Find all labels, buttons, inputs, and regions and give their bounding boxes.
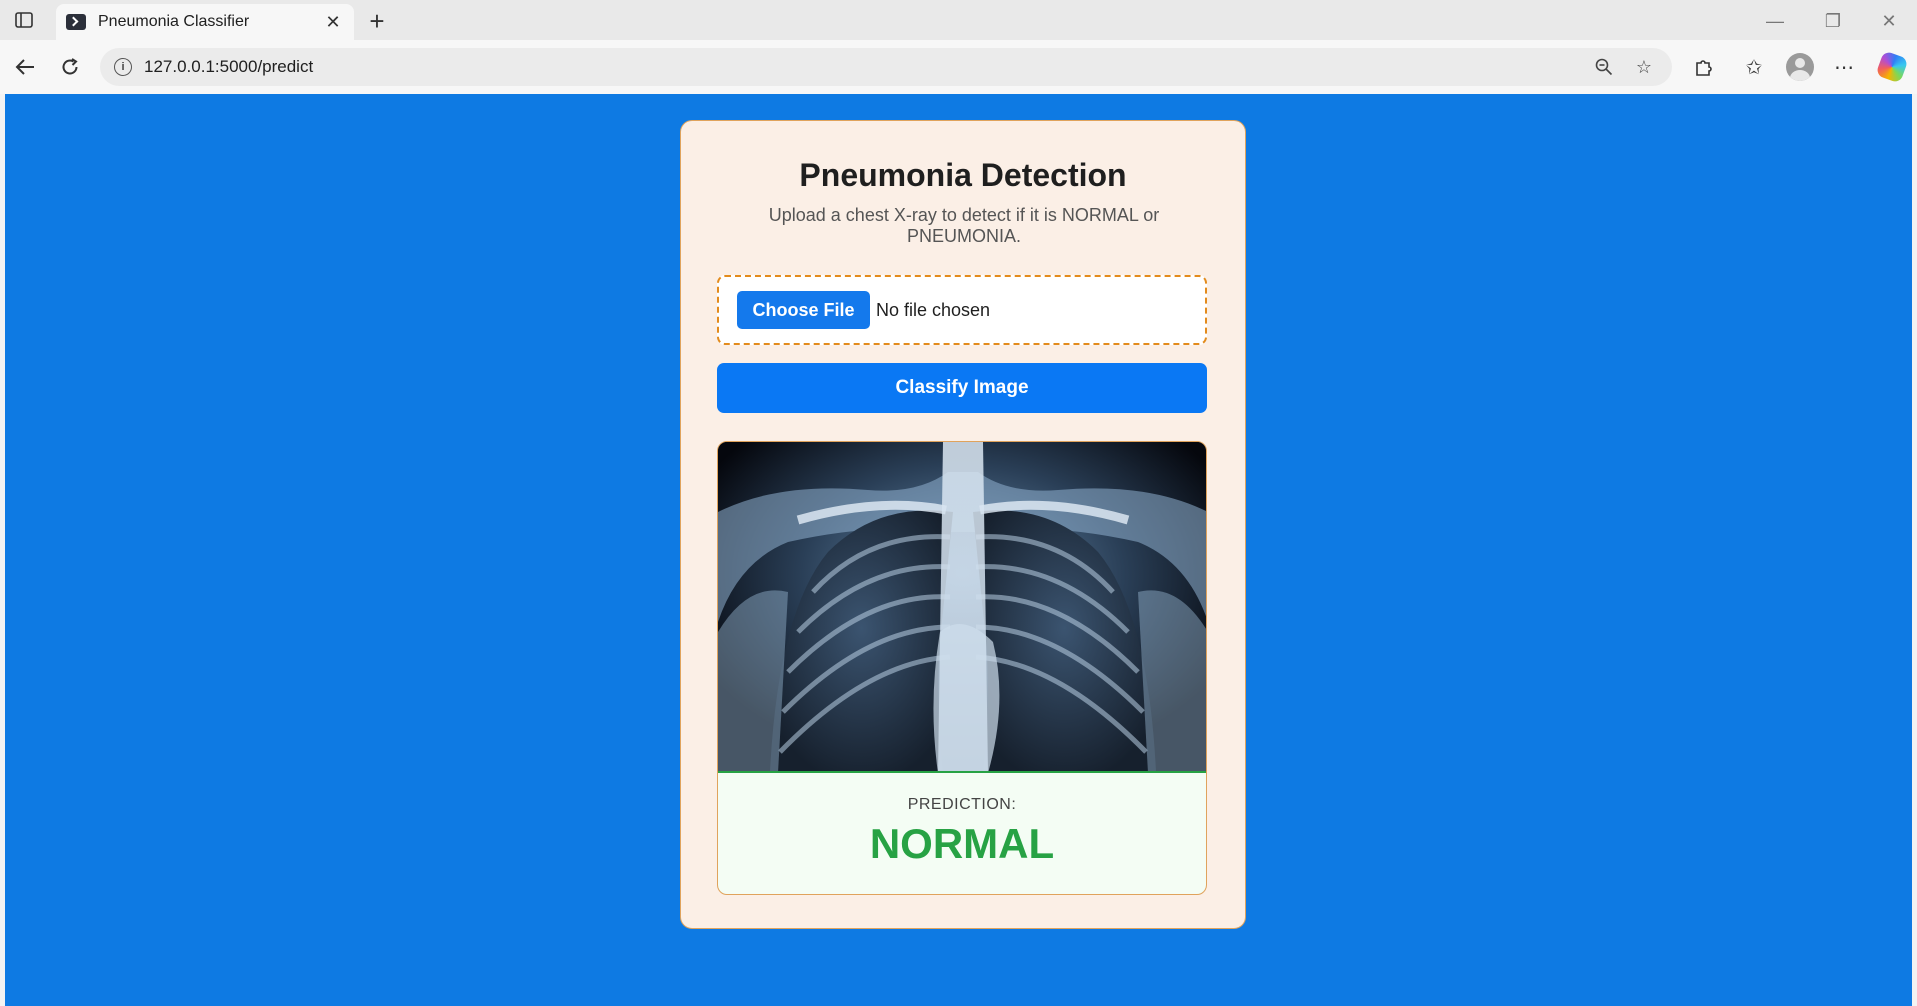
window-close-icon[interactable]: ✕	[1866, 6, 1912, 36]
page-viewport: Pneumonia Detection Upload a chest X-ray…	[5, 94, 1912, 1006]
browser-toolbar: i 127.0.0.1:5000/predict ☆ ✩ ⋯	[0, 40, 1917, 94]
url-text[interactable]: 127.0.0.1:5000/predict	[144, 57, 1578, 77]
reload-icon[interactable]	[54, 51, 86, 83]
close-icon[interactable]: ✕	[322, 11, 344, 33]
chest-xray-image	[718, 442, 1206, 773]
prediction-label: PREDICTION:	[907, 796, 1017, 813]
file-status-text: No file chosen	[876, 299, 991, 320]
result-panel: PREDICTION: NORMAL	[717, 441, 1207, 895]
star-icon[interactable]: ☆	[1630, 53, 1658, 81]
tab-actions-icon[interactable]	[10, 8, 38, 32]
avatar-icon[interactable]	[1786, 53, 1814, 81]
prediction-value: NORMAL	[869, 820, 1055, 867]
restore-icon[interactable]: ❐	[1810, 6, 1856, 36]
zoom-out-icon[interactable]	[1590, 53, 1618, 81]
minimize-icon[interactable]: —	[1752, 6, 1798, 36]
more-icon[interactable]: ⋯	[1828, 51, 1860, 83]
plus-icon[interactable]: +	[362, 6, 392, 36]
info-icon[interactable]: i	[114, 58, 132, 76]
choose-file-button[interactable]: Choose File	[737, 291, 870, 329]
classify-image-button[interactable]: Classify Image	[717, 363, 1207, 413]
page-title: Pneumonia Detection	[799, 157, 1127, 193]
file-upload-box[interactable]: Choose File No file chosen	[717, 275, 1207, 345]
page-subtitle: Upload a chest X-ray to detect if it is …	[768, 205, 1160, 246]
tab-title: Pneumonia Classifier	[98, 13, 250, 30]
browser-tab[interactable]: Pneumonia Classifier ✕	[56, 4, 354, 40]
back-arrow-icon[interactable]	[9, 51, 41, 83]
classifier-card: Pneumonia Detection Upload a chest X-ray…	[680, 120, 1246, 929]
address-bar[interactable]: i 127.0.0.1:5000/predict ☆	[100, 48, 1672, 86]
tab-strip: Pneumonia Classifier ✕ + — ❐ ✕	[0, 0, 1917, 40]
favorites-icon[interactable]: ✩	[1738, 51, 1770, 83]
puzzle-icon[interactable]	[1688, 51, 1720, 83]
terminal-icon	[66, 14, 86, 30]
